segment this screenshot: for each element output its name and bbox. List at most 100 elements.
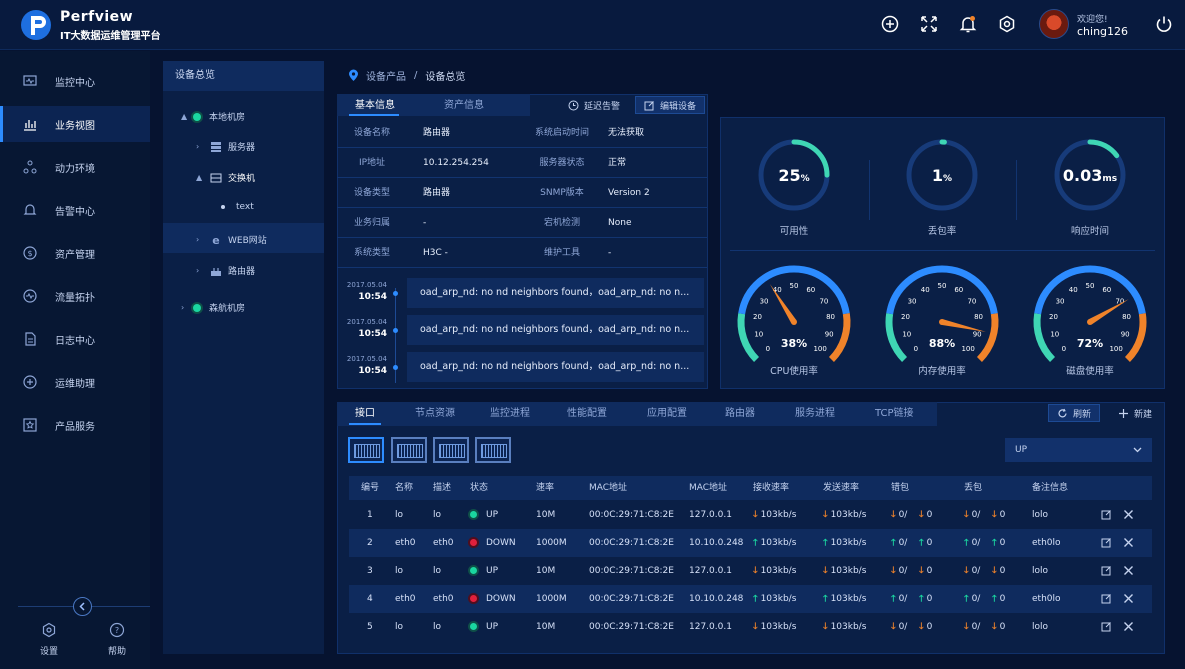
port-icon[interactable]: [348, 437, 384, 463]
close-icon[interactable]: [1123, 537, 1134, 548]
arrow-down-icon: 🡓: [891, 566, 896, 576]
tab-port-0[interactable]: 接口: [355, 403, 375, 425]
tab-asset-info[interactable]: 资产信息: [444, 95, 484, 117]
cell-text: 0: [926, 622, 933, 632]
settings-label: 设置: [39, 647, 58, 657]
edit-icon[interactable]: [1101, 537, 1112, 548]
plus-icon: [1119, 408, 1128, 418]
tab-port-7[interactable]: TCP链接: [875, 403, 914, 425]
log-item[interactable]: 2017.05.04 10:54 oad_arp_nd: no nd neigh…: [337, 278, 707, 312]
edit-icon[interactable]: [1101, 509, 1112, 520]
tab-port-1[interactable]: 节点资源: [415, 403, 455, 425]
tab-port-6[interactable]: 服务进程: [795, 403, 835, 425]
cell-status: DOWN: [470, 585, 516, 613]
cell-desc: lo: [433, 557, 441, 585]
add-new-button[interactable]: 新建: [1118, 404, 1152, 422]
table-row[interactable]: 2 eth0 eth0 DOWN 1000M 00:0C:29:71:C8:2E 10.10…: [349, 529, 1152, 557]
cell-text: 0/: [898, 538, 908, 548]
help-button[interactable]: ? 帮助: [97, 622, 137, 657]
cell-err_b: 🡑 0: [919, 529, 932, 557]
table-row[interactable]: 5 lo lo UP 10M 00:0C:29:71:C8:2E 127.0.0.1 🡓 10…: [349, 613, 1152, 641]
bell-icon[interactable]: [958, 14, 978, 34]
edit-device-button[interactable]: 编辑设备: [635, 96, 706, 114]
cell-desc: lo: [433, 613, 441, 641]
cell-id: 5: [367, 613, 373, 641]
edit-icon[interactable]: [1101, 593, 1112, 604]
tree-node-senhang-room[interactable]: › 森航机房: [181, 301, 245, 314]
table-row[interactable]: 4 eth0 eth0 DOWN 1000M 00:0C:29:71:C8:2E 10.10…: [349, 585, 1152, 613]
status-dot-icon: [470, 595, 477, 602]
breadcrumb-item[interactable]: 设备产品: [366, 68, 406, 83]
port-icon[interactable]: [391, 437, 427, 463]
sidebar-item-log[interactable]: 日志中心: [0, 321, 150, 357]
tree-node-local-room[interactable]: ▲ 本地机房: [181, 110, 245, 123]
sidebar-item-alarm[interactable]: 告警中心: [0, 192, 150, 228]
tree-node-text[interactable]: text: [221, 202, 254, 212]
cell-drop_a: 🡓 0/: [964, 501, 980, 529]
close-icon[interactable]: [1123, 509, 1134, 520]
tree-node-server[interactable]: › 服务器: [196, 140, 255, 153]
port-icon[interactable]: [433, 437, 469, 463]
refresh-button[interactable]: 刷新: [1048, 404, 1101, 422]
cell-text: 103kb/s: [830, 510, 867, 520]
arrow-down-icon: 🡓: [964, 622, 969, 632]
status-dot-icon: [470, 539, 477, 546]
cell-ip: 10.10.0.248: [689, 585, 743, 613]
cell-mac: 00:0C:29:71:C8:2E: [589, 529, 674, 557]
arrow-down-icon: 🡓: [964, 566, 969, 576]
cell-text: 10M: [536, 566, 556, 576]
power-icon[interactable]: [1154, 14, 1174, 34]
cell-text: 5: [367, 622, 373, 632]
sidebar-item-business-view[interactable]: 业务视图: [0, 106, 150, 142]
edit-icon[interactable]: [1101, 565, 1112, 576]
gauge-tick-label: 20: [1049, 313, 1058, 321]
cell-speed: 1000M: [536, 529, 567, 557]
cell-text: 00:0C:29:71:C8:2E: [589, 622, 674, 632]
delay-alarm-button[interactable]: 延迟告警: [568, 96, 620, 114]
username[interactable]: ching126: [1077, 25, 1128, 38]
gauge-tick-label: 40: [1069, 286, 1078, 294]
edit-icon[interactable]: [1101, 621, 1112, 632]
avatar[interactable]: [1039, 9, 1069, 39]
cell-text: 10.10.0.248: [689, 594, 744, 604]
settings-button[interactable]: 设置: [29, 622, 69, 657]
log-message: oad_arp_nd: no nd neighbors found，oad_ar…: [407, 315, 704, 345]
help-icon: ?: [109, 622, 125, 638]
fullscreen-icon[interactable]: [919, 14, 939, 34]
tree-node-web[interactable]: › e WEB网站: [196, 233, 267, 247]
arrow-down-icon: 🡓: [992, 622, 997, 632]
log-item[interactable]: 2017.05.04 10:54 oad_arp_nd: no nd neigh…: [337, 315, 707, 349]
sidebar-item-assets[interactable]: $ 资产管理: [0, 235, 150, 271]
sidebar-item-power-env[interactable]: 动力环境: [0, 149, 150, 185]
close-icon[interactable]: [1123, 621, 1134, 632]
status-filter-select[interactable]: UP: [1005, 438, 1152, 462]
tree-node-switch[interactable]: ▲ 交换机: [196, 171, 255, 184]
add-circle-icon[interactable]: [880, 14, 900, 34]
sidebar-item-traffic[interactable]: 流量拓扑: [0, 278, 150, 314]
cell-text: 103kb/s: [760, 566, 797, 576]
arrow-down-icon: 🡓: [964, 510, 969, 520]
info-value: 10.12.254.254: [423, 158, 489, 168]
cell-text: 2: [367, 538, 373, 548]
tree-node-router[interactable]: › 路由器: [196, 264, 255, 277]
cell-text: 0: [999, 622, 1006, 632]
timeline-dot: [393, 291, 398, 296]
cell-mac: 00:0C:29:71:C8:2E: [589, 557, 674, 585]
cell-speed: 10M: [536, 501, 555, 529]
settings-icon[interactable]: [997, 14, 1017, 34]
table-row[interactable]: 3 lo lo UP 10M 00:0C:29:71:C8:2E 127.0.0.1 🡓 10…: [349, 557, 1152, 585]
port-icon[interactable]: [475, 437, 511, 463]
tab-port-4[interactable]: 应用配置: [647, 403, 687, 425]
table-row[interactable]: 1 lo lo UP 10M 00:0C:29:71:C8:2E 127.0.0.1 🡓 10…: [349, 501, 1152, 529]
sidebar-item-monitor[interactable]: 监控中心: [0, 63, 150, 99]
sidebar-item-ops-assistant[interactable]: 运维助理: [0, 364, 150, 400]
tab-port-5[interactable]: 路由器: [725, 403, 755, 425]
sidebar-item-product-service[interactable]: 产品服务: [0, 407, 150, 443]
tab-port-2[interactable]: 监控进程: [490, 403, 530, 425]
log-item[interactable]: 2017.05.04 10:54 oad_arp_nd: no nd neigh…: [337, 352, 707, 386]
tab-port-3[interactable]: 性能配置: [567, 403, 607, 425]
close-icon[interactable]: [1123, 565, 1134, 576]
collapse-sidebar-button[interactable]: [73, 597, 92, 616]
close-icon[interactable]: [1123, 593, 1134, 604]
cell-text: lo: [395, 622, 404, 632]
